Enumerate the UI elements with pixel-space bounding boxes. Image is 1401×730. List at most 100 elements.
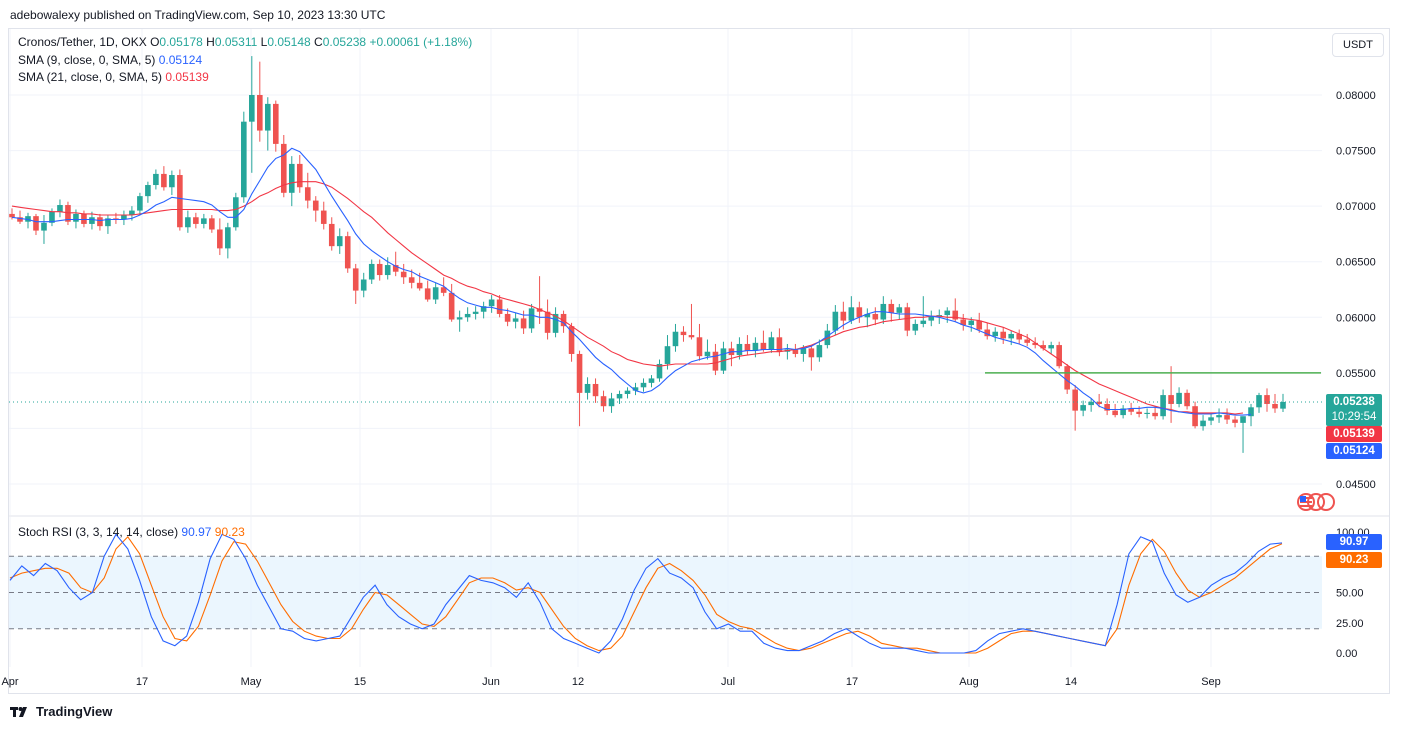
candle-body	[848, 307, 855, 321]
candle-body	[1000, 331, 1007, 339]
time-tick-label: Sep	[1201, 676, 1221, 688]
candle-body	[1024, 339, 1031, 343]
candle-body	[744, 343, 751, 351]
symbol-legend: Cronos/Tether, 1D, OKX O0.05178 H0.05311…	[18, 35, 472, 49]
candle-body	[456, 317, 463, 320]
stoch-rsi-band	[9, 555, 1322, 630]
last-price: 0.05238	[1333, 396, 1375, 408]
time-tick-label: 17	[846, 676, 858, 688]
sma21-line	[11, 181, 1244, 415]
candle-body	[576, 353, 583, 393]
candle-body	[944, 310, 951, 316]
candle-body	[217, 229, 223, 249]
candle-body	[376, 263, 383, 276]
candle-body	[1192, 406, 1198, 427]
price-chart[interactable]: 0.08000 0.07500 0.07000 0.06500 0.06000 0.055…	[0, 0, 1401, 730]
candle-body	[1240, 416, 1246, 423]
sma9-price-tag: 0.05124	[1326, 443, 1382, 459]
price-tick-label: 0.07000	[1336, 201, 1376, 213]
candle-body	[416, 282, 423, 289]
candle-body	[528, 308, 535, 329]
stoch-k-value: 90.97	[181, 525, 212, 539]
price-axis: 0.08000 0.07500 0.07000 0.06500 0.06000 0.055…	[1336, 90, 1376, 660]
candle-body	[1256, 395, 1262, 408]
candle-body	[1200, 420, 1206, 427]
candle-body	[177, 175, 183, 228]
candle-body	[257, 95, 263, 131]
time-tick-label: 12	[572, 676, 584, 688]
currency-button[interactable]: USDT	[1332, 33, 1384, 57]
ohlc-value: 0.05238	[322, 35, 367, 49]
candle-body	[592, 383, 599, 397]
candle-body	[249, 95, 255, 122]
footer-brand[interactable]: TradingView	[10, 704, 112, 719]
candle-body	[1208, 417, 1214, 421]
candle-body	[712, 351, 719, 371]
ohlc-c: C0.05238	[311, 35, 366, 49]
ohlc-value: 0.05311	[214, 35, 258, 49]
candle-body	[400, 271, 407, 278]
candle-body	[808, 348, 815, 358]
candle-body	[1152, 412, 1158, 417]
ohlc-value: 0.05178	[159, 35, 203, 49]
candle-body	[1216, 415, 1222, 418]
ohlc-key: H	[202, 35, 215, 49]
candle-body	[664, 346, 671, 364]
sma9-value: 0.05124	[158, 53, 203, 67]
stoch-k-tag: 90.97	[1326, 534, 1382, 550]
candle-body	[1008, 333, 1015, 339]
candle-body	[145, 185, 151, 197]
candle-body	[137, 196, 143, 211]
candle-body	[752, 342, 759, 351]
candle-body	[1264, 395, 1270, 404]
candles	[9, 56, 1322, 453]
candle-body	[1080, 405, 1086, 411]
candle-body	[600, 396, 607, 407]
time-tick-label: 14	[1065, 676, 1077, 688]
candle-body	[976, 320, 983, 330]
candle-body	[209, 218, 215, 230]
candle-body	[736, 343, 743, 356]
candle-body	[488, 299, 495, 307]
candle-body	[640, 382, 647, 388]
candle-body	[193, 217, 199, 224]
candle-body	[312, 200, 319, 211]
candle-body	[704, 351, 711, 357]
candle-body	[41, 222, 47, 231]
candle-body	[33, 216, 39, 231]
candle-body	[872, 313, 879, 320]
price-tick-label: 0.08000	[1336, 90, 1376, 102]
candle-body	[464, 313, 471, 318]
candle-body	[296, 163, 303, 188]
time-tick-label: Jul	[721, 676, 735, 688]
candle-body	[432, 287, 439, 300]
candle-body	[288, 163, 295, 193]
candle-body	[896, 307, 903, 313]
sma21-price-tag: 0.05139	[1326, 426, 1382, 442]
candle-body	[89, 217, 95, 224]
change-value: +0.00061 (+1.18%)	[369, 35, 473, 49]
candle-body	[688, 335, 695, 338]
brand-name: TradingView	[36, 704, 113, 719]
candle-body	[264, 103, 271, 131]
rsi-tick-label: 50.00	[1336, 588, 1364, 600]
price-tick-label: 0.06500	[1336, 257, 1376, 269]
sma21-legend: SMA (21, close, 0, SMA, 5) 0.05139	[18, 70, 209, 84]
candle-body	[304, 187, 311, 201]
candle-body	[496, 299, 503, 314]
candle-body	[584, 383, 591, 393]
candle-body	[520, 318, 527, 329]
candle-body	[544, 311, 551, 333]
candle-body	[81, 213, 87, 224]
candle-body	[568, 326, 575, 354]
candle-body	[360, 279, 367, 291]
stoch-rsi-label: Stoch RSI (3, 3, 14, 14, close)	[18, 525, 179, 539]
candle-body	[672, 331, 679, 347]
candle-body	[368, 263, 375, 280]
candle-body	[968, 320, 975, 326]
candle-body	[952, 310, 959, 320]
time-tick-label: Aug	[959, 676, 979, 688]
candle-body	[816, 345, 823, 358]
sma9-label: SMA (9, close, 0, SMA, 5)	[18, 53, 156, 67]
time-tick-label: May	[241, 676, 262, 688]
